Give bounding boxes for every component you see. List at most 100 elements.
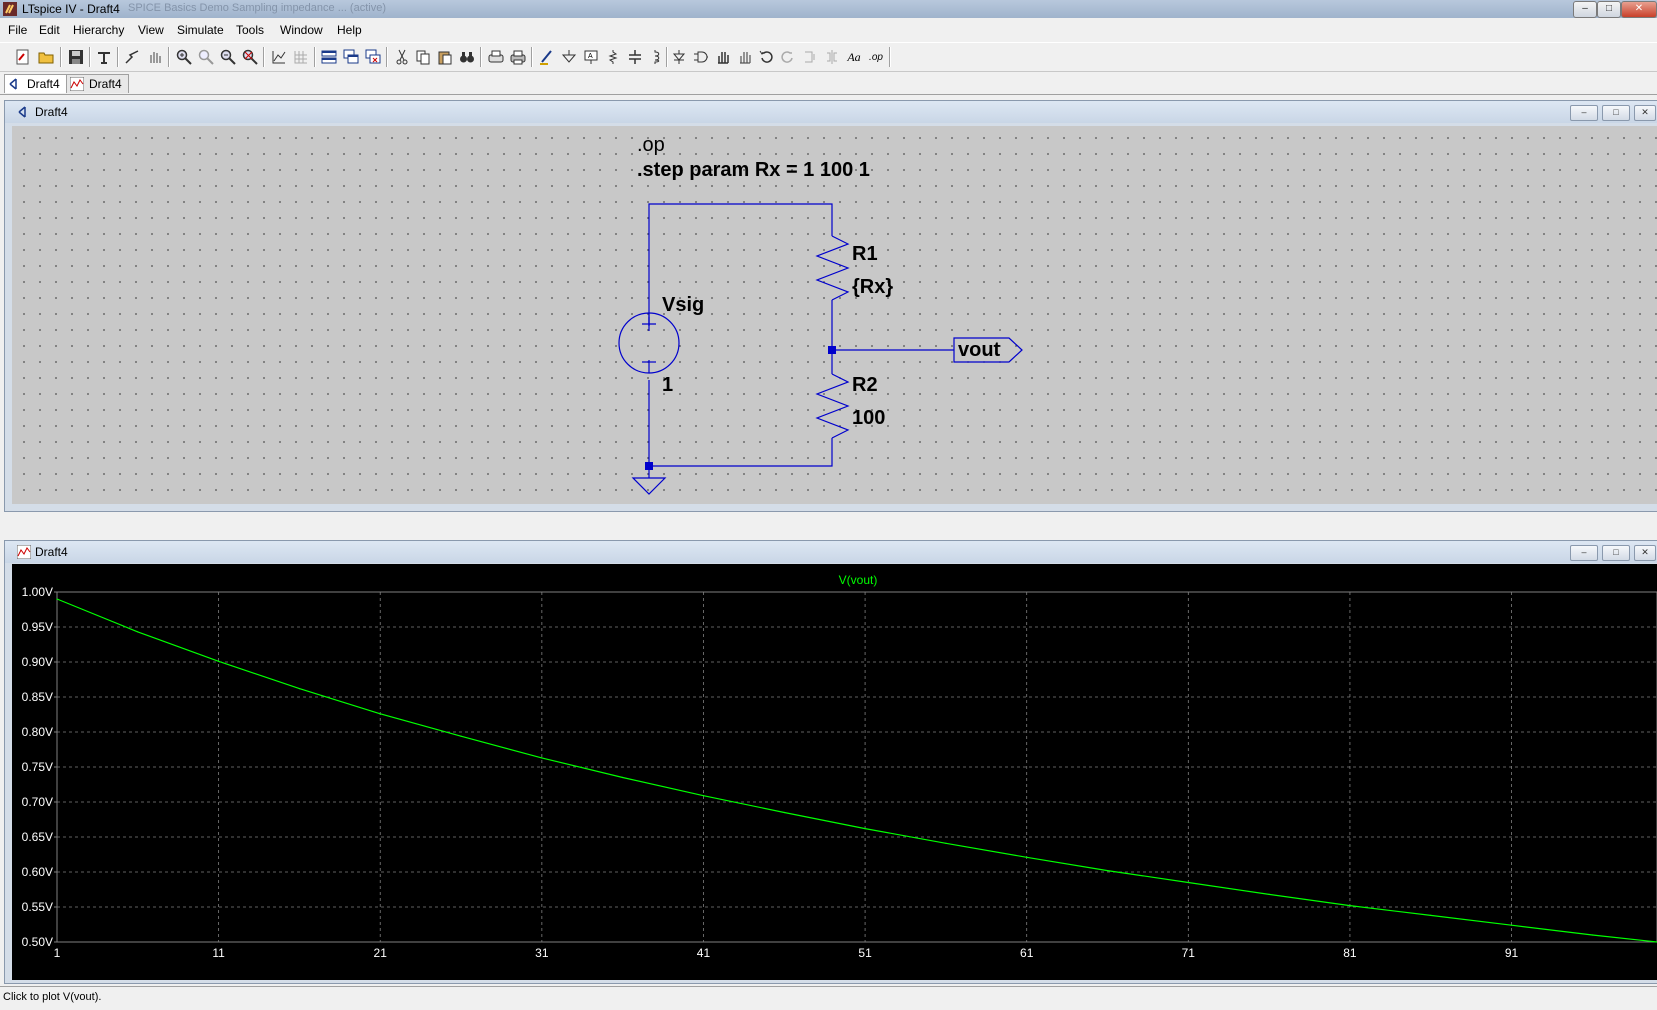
x-tick-label[interactable]: 1 <box>54 946 61 960</box>
menu-tools[interactable]: Tools <box>236 23 264 37</box>
save-icon[interactable] <box>66 47 86 67</box>
r1-value-label[interactable]: {Rx} <box>852 276 893 299</box>
print-icon[interactable] <box>508 47 528 67</box>
redo-icon[interactable] <box>778 47 798 67</box>
spice-directive-icon[interactable]: .op <box>866 47 886 67</box>
waveform-plot[interactable]: 1.00V 0.95V 0.90V 0.85V 0.80V 0.75V 0.70V 0.65V… <box>12 564 1657 980</box>
waveform-close-button[interactable]: ✕ <box>1634 545 1656 561</box>
label-net-icon[interactable]: A <box>581 47 601 67</box>
spice-directive-step[interactable]: .step param Rx = 1 100 1 <box>637 159 870 182</box>
vsig-name-label[interactable]: Vsig <box>662 294 704 317</box>
spice-directive-op[interactable]: .op <box>637 134 665 157</box>
halt-icon[interactable] <box>145 47 165 67</box>
y-tick-label[interactable]: 0.60V <box>22 865 53 879</box>
waveform-maximize-button[interactable]: □ <box>1602 545 1630 561</box>
find-icon[interactable] <box>457 47 477 67</box>
x-tick-label[interactable]: 81 <box>1343 946 1357 960</box>
y-tick-label[interactable]: 0.55V <box>22 900 53 914</box>
menu-simulate[interactable]: Simulate <box>177 23 224 37</box>
y-tick-label[interactable]: 0.75V <box>22 760 53 774</box>
menu-edit[interactable]: Edit <box>39 23 60 37</box>
print-setup-icon[interactable] <box>486 47 506 67</box>
drag-icon[interactable] <box>735 47 755 67</box>
window-restore-button[interactable]: □ <box>1597 1 1621 18</box>
autorange-icon[interactable] <box>269 47 289 67</box>
cut-icon[interactable] <box>392 47 412 67</box>
net-label-vout[interactable]: vout <box>958 338 1000 362</box>
rotate-icon[interactable] <box>800 47 820 67</box>
y-tick-label[interactable]: 0.80V <box>22 725 53 739</box>
trace-vout[interactable] <box>56 598 1657 943</box>
y-tick-label[interactable]: 0.50V <box>22 935 53 949</box>
text-icon[interactable]: Aa <box>844 47 864 67</box>
resistor-icon[interactable] <box>603 47 623 67</box>
zoom-in-icon[interactable] <box>174 47 194 67</box>
schematic-maximize-button[interactable]: □ <box>1602 105 1630 121</box>
open-icon[interactable] <box>36 47 56 67</box>
menu-view[interactable]: View <box>138 23 164 37</box>
y-tick-label[interactable]: 0.85V <box>22 690 53 704</box>
ground-icon[interactable] <box>559 47 579 67</box>
diode-icon[interactable] <box>669 47 689 67</box>
capacitor-icon[interactable] <box>625 47 645 67</box>
grid-icon[interactable] <box>291 47 311 67</box>
waveform-plot-pane[interactable]: 1.00V 0.95V 0.90V 0.85V 0.80V 0.75V 0.70V 0.65V… <box>12 564 1657 980</box>
r1-name-label[interactable]: R1 <box>852 243 878 266</box>
x-tick-label[interactable]: 21 <box>374 946 388 960</box>
y-tick-label[interactable]: 1.00V <box>22 585 53 599</box>
y-tick-label[interactable]: 0.95V <box>22 620 53 634</box>
zoom-back-icon[interactable] <box>196 47 216 67</box>
r2-value-label[interactable]: 100 <box>852 407 885 430</box>
r2-name-label[interactable]: R2 <box>852 374 878 397</box>
window-minimize-button[interactable]: – <box>1573 1 1597 18</box>
menu-help[interactable]: Help <box>337 23 362 37</box>
window-close-button[interactable]: ✕ <box>1621 1 1657 18</box>
undo-icon[interactable] <box>756 47 776 67</box>
draw-wire-icon[interactable] <box>537 47 557 67</box>
voltage-source-vsig[interactable] <box>618 312 680 374</box>
x-tick-label[interactable]: 91 <box>1505 946 1519 960</box>
menu-file[interactable]: File <box>8 23 27 37</box>
menu-hierarchy[interactable]: Hierarchy <box>73 23 124 37</box>
menu-window[interactable]: Window <box>280 23 323 37</box>
zoom-out-icon[interactable] <box>218 47 238 67</box>
tab-schematic[interactable]: Draft4 <box>4 74 67 93</box>
tile-horizontal-icon[interactable] <box>319 47 339 67</box>
wire-bottom[interactable] <box>648 380 833 467</box>
wires[interactable] <box>648 203 954 478</box>
control-panel-icon[interactable] <box>94 47 114 67</box>
cascade-icon[interactable] <box>341 47 361 67</box>
mirror-icon[interactable] <box>822 47 842 67</box>
x-tick-label[interactable]: 41 <box>697 946 711 960</box>
y-tick-label[interactable]: 0.90V <box>22 655 53 669</box>
inductor-icon[interactable] <box>647 47 667 67</box>
run-icon[interactable] <box>122 47 142 67</box>
y-tick-label[interactable]: 0.70V <box>22 795 53 809</box>
trace-point <box>1510 924 1513 926</box>
waveform-icon <box>70 77 84 91</box>
toolbar-separator <box>314 47 316 67</box>
schematic-canvas[interactable]: .op .step param Rx = 1 100 1 Vsig 1 R1 {… <box>12 126 1657 504</box>
x-tick-label[interactable]: 51 <box>858 946 872 960</box>
copy-icon[interactable] <box>413 47 433 67</box>
tab-waveform[interactable]: Draft4 <box>66 74 129 93</box>
x-tick-label[interactable]: 71 <box>1182 946 1196 960</box>
close-all-icon[interactable] <box>363 47 383 67</box>
resistor-r1[interactable] <box>815 235 850 301</box>
schematic-close-button[interactable]: ✕ <box>1634 105 1656 121</box>
schematic-minimize-button[interactable]: – <box>1570 105 1598 121</box>
x-tick-label[interactable]: 31 <box>535 946 549 960</box>
vsig-value-label[interactable]: 1 <box>662 374 673 397</box>
paste-icon[interactable] <box>435 47 455 67</box>
waveform-minimize-button[interactable]: – <box>1570 545 1598 561</box>
move-icon[interactable] <box>713 47 733 67</box>
x-tick-label[interactable]: 11 <box>212 946 225 960</box>
y-tick-label[interactable]: 0.65V <box>22 830 53 844</box>
ground-symbol[interactable] <box>631 477 667 495</box>
x-tick-label[interactable]: 61 <box>1020 946 1034 960</box>
resistor-r2[interactable] <box>815 373 850 439</box>
zoom-fit-icon[interactable] <box>240 47 260 67</box>
component-icon[interactable] <box>691 47 711 67</box>
new-schematic-icon[interactable] <box>13 47 33 67</box>
trace-label-vout[interactable]: V(vout) <box>839 573 878 587</box>
